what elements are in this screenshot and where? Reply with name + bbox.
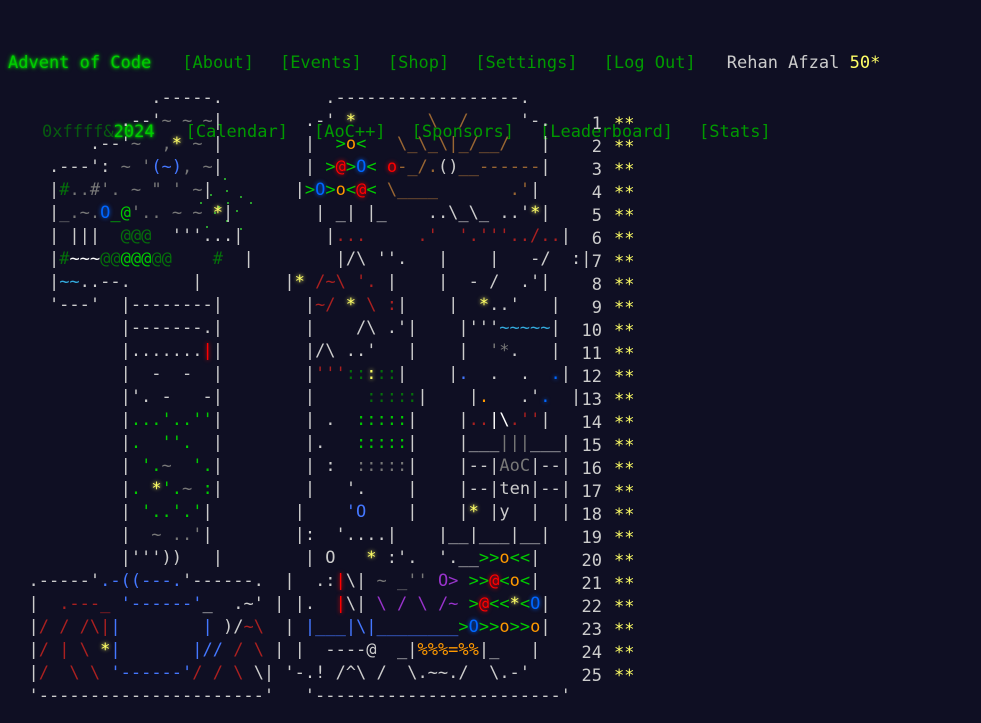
day-number: 24 bbox=[581, 643, 602, 663]
calendar-day-22[interactable]: 22 ** bbox=[580, 596, 635, 619]
day-stars: ** bbox=[614, 620, 635, 640]
day-number: 20 bbox=[581, 551, 602, 571]
calendar-day-10[interactable]: 10 ** bbox=[580, 320, 635, 343]
calendar-day-5[interactable]: 5 ** bbox=[580, 205, 635, 228]
calendar-day-24[interactable]: 24 ** bbox=[580, 642, 635, 665]
day-stars: ** bbox=[614, 505, 635, 525]
day-stars: ** bbox=[614, 252, 635, 272]
day-number: 16 bbox=[581, 459, 602, 479]
day-number: 13 bbox=[581, 390, 602, 410]
day-stars: ** bbox=[614, 413, 635, 433]
day-stars: ** bbox=[614, 666, 635, 686]
day-stars: ** bbox=[614, 275, 635, 295]
day-number: 17 bbox=[581, 482, 602, 502]
calendar-day-21[interactable]: 21 ** bbox=[580, 573, 635, 596]
calendar-day-6[interactable]: 6 ** bbox=[580, 228, 635, 251]
nav-events[interactable]: [Events] bbox=[280, 53, 362, 73]
user-star-count: 50* bbox=[849, 53, 881, 73]
day-stars: ** bbox=[614, 528, 635, 548]
day-stars: ** bbox=[614, 459, 635, 479]
day-stars: ** bbox=[614, 390, 635, 410]
day-stars: ** bbox=[614, 206, 635, 226]
day-stars: ** bbox=[614, 321, 635, 341]
day-number: 5 bbox=[591, 206, 602, 226]
day-stars: ** bbox=[614, 160, 635, 180]
calendar-day-20[interactable]: 20 ** bbox=[580, 550, 635, 573]
calendar-day-15[interactable]: 15 ** bbox=[580, 435, 635, 458]
calendar-day-18[interactable]: 18 ** bbox=[580, 504, 635, 527]
day-number: 14 bbox=[581, 413, 602, 433]
calendar-day-4[interactable]: 4 ** bbox=[580, 182, 635, 205]
calendar-day-9[interactable]: 9 ** bbox=[580, 297, 635, 320]
calendar-day-17[interactable]: 17 ** bbox=[580, 481, 635, 504]
day-number: 6 bbox=[591, 229, 602, 249]
calendar-day-25[interactable]: 25 ** bbox=[580, 665, 635, 688]
day-number: 10 bbox=[581, 321, 602, 341]
day-stars: ** bbox=[614, 436, 635, 456]
day-stars: ** bbox=[614, 229, 635, 249]
calendar-day-1[interactable]: 1 ** bbox=[580, 113, 635, 136]
calendar-art: .-----. .------------------. .--'~ ~ ~| … bbox=[8, 88, 592, 706]
calendar-day-16[interactable]: 16 ** bbox=[580, 458, 635, 481]
nav-shop[interactable]: [Shop] bbox=[388, 53, 449, 73]
calendar-day-8[interactable]: 8 ** bbox=[580, 274, 635, 297]
day-number: 21 bbox=[581, 574, 602, 594]
day-number: 7 bbox=[591, 252, 602, 272]
day-number: 23 bbox=[581, 620, 602, 640]
day-stars: ** bbox=[614, 367, 635, 387]
site-logo[interactable]: Advent of Code bbox=[8, 53, 151, 73]
nav-about[interactable]: [About] bbox=[182, 53, 254, 73]
day-stars: ** bbox=[614, 298, 635, 318]
day-number: 19 bbox=[581, 528, 602, 548]
day-stars: ** bbox=[614, 114, 635, 134]
day-number: 3 bbox=[591, 160, 602, 180]
calendar-day-3[interactable]: 3 ** bbox=[580, 159, 635, 182]
day-number: 11 bbox=[581, 344, 602, 364]
calendar-day-19[interactable]: 19 ** bbox=[580, 527, 635, 550]
day-stars: ** bbox=[614, 551, 635, 571]
user-name: Rehan Afzal bbox=[726, 53, 840, 73]
day-stars: ** bbox=[614, 482, 635, 502]
nav-settings[interactable]: [Settings] bbox=[475, 53, 577, 73]
day-number: 9 bbox=[591, 298, 602, 318]
calendar-day-23[interactable]: 23 ** bbox=[580, 619, 635, 642]
day-number: 2 bbox=[591, 137, 602, 157]
calendar-day-12[interactable]: 12 ** bbox=[580, 366, 635, 389]
day-number: 25 bbox=[581, 666, 602, 686]
day-stars: ** bbox=[614, 574, 635, 594]
day-stars: ** bbox=[614, 137, 635, 157]
day-stars: ** bbox=[614, 344, 635, 364]
calendar-day-2[interactable]: 2 ** bbox=[580, 136, 635, 159]
nav-log-out[interactable]: [Log Out] bbox=[604, 53, 696, 73]
calendar-day-11[interactable]: 11 ** bbox=[580, 343, 635, 366]
calendar-day-13[interactable]: 13 ** bbox=[580, 389, 635, 412]
nav-stats[interactable]: [Stats] bbox=[699, 122, 771, 142]
calendar-day-7[interactable]: 7 ** bbox=[580, 251, 635, 274]
day-number: 15 bbox=[581, 436, 602, 456]
day-number: 1 bbox=[591, 114, 602, 134]
calendar-day-14[interactable]: 14 ** bbox=[580, 412, 635, 435]
day-stars: ** bbox=[614, 183, 635, 203]
day-number: 4 bbox=[591, 183, 602, 203]
header-row-top: Advent of Code [About] [Events] [Shop] [Sett… bbox=[8, 52, 880, 75]
day-number: 8 bbox=[591, 275, 602, 295]
day-stars: ** bbox=[614, 597, 635, 617]
day-number: 12 bbox=[581, 367, 602, 387]
day-stars: ** bbox=[614, 643, 635, 663]
day-number: 18 bbox=[581, 505, 602, 525]
day-number: 22 bbox=[581, 597, 602, 617]
